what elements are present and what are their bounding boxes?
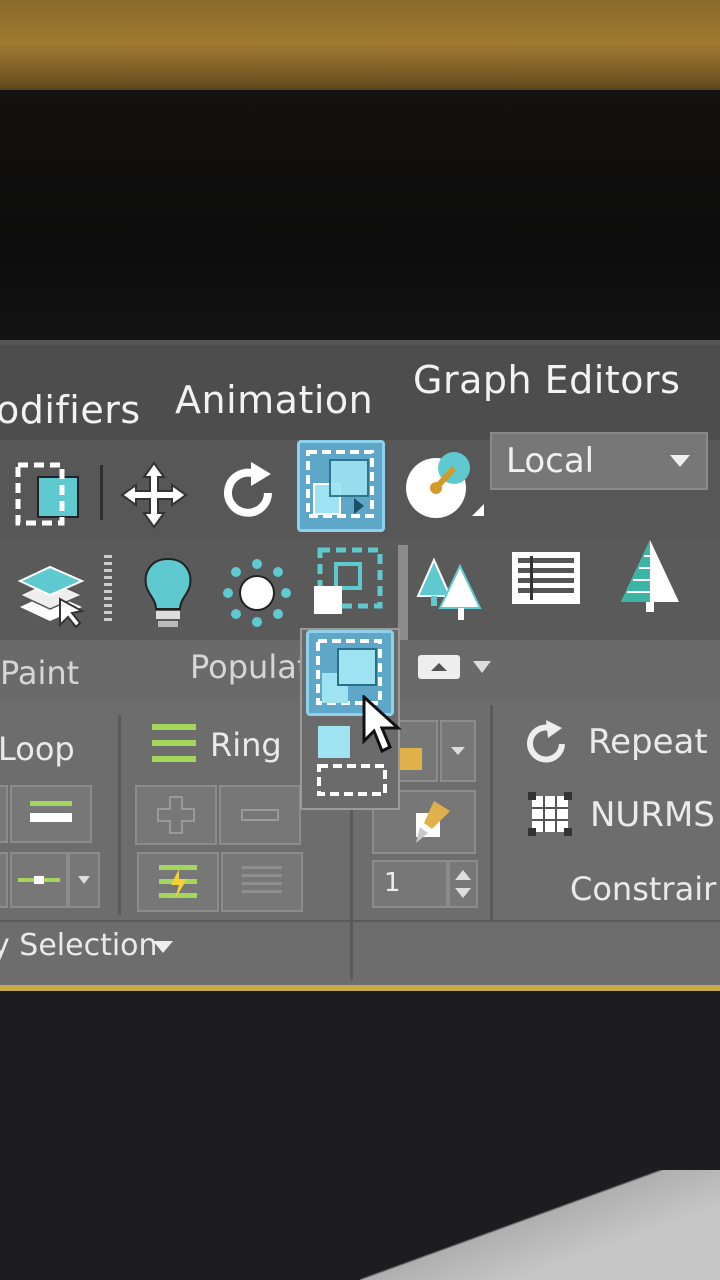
scatter-trees-button[interactable] (412, 548, 484, 628)
select-window-crossing-button[interactable] (297, 440, 385, 532)
snaps-button[interactable] (398, 442, 486, 530)
move-icon (120, 461, 188, 529)
loop-prev-button[interactable] (0, 785, 8, 843)
loop-mode-button[interactable] (0, 852, 8, 908)
tab-paint[interactable]: Paint (0, 654, 79, 692)
snaps-icon (406, 452, 484, 518)
ribbon-separator (118, 715, 121, 915)
loop-dotted-button[interactable] (10, 852, 68, 908)
forest-button[interactable] (612, 535, 687, 615)
light-lister-button[interactable] (135, 552, 200, 634)
region-select-button[interactable] (304, 540, 388, 624)
dotted-loop-icon (18, 876, 60, 884)
layers-icon (17, 565, 85, 629)
spinner-arrows[interactable] (448, 860, 478, 908)
flyout-window-option[interactable] (312, 760, 392, 800)
ring-shift-icon (159, 865, 197, 899)
chevron-down-icon[interactable] (152, 940, 174, 954)
mouse-cursor-icon (362, 695, 402, 754)
plus-icon (157, 796, 195, 834)
menu-animation[interactable]: Animation (175, 378, 373, 422)
ring-label[interactable]: Ring (210, 726, 282, 764)
ring-list-button[interactable] (221, 852, 303, 912)
flyout-crossing-option[interactable] (314, 722, 354, 762)
reference-coordinate-dropdown[interactable]: Local (490, 432, 708, 490)
sunlight-button[interactable] (222, 552, 292, 634)
spinner-value-field[interactable]: 1 (372, 860, 448, 908)
light-icon (144, 557, 191, 627)
layer-explorer-button[interactable] (12, 555, 90, 633)
move-button[interactable] (118, 455, 190, 535)
rotate-icon (224, 462, 272, 517)
chevron-down-icon[interactable] (472, 660, 492, 674)
monitor-bezel (0, 90, 720, 350)
scatter-trees-icon (416, 557, 482, 620)
spinner-arrows-icon (455, 870, 471, 898)
ring-shift-button[interactable] (137, 852, 219, 912)
selection-footer-label[interactable]: y Selection (0, 928, 158, 963)
grow-button[interactable] (135, 785, 217, 845)
tab-populate[interactable]: Populat (190, 648, 309, 686)
scene-explorer-icon (512, 552, 580, 604)
rotate-button[interactable] (212, 452, 284, 534)
loop-dropdown-button[interactable] (68, 852, 100, 908)
coordinate-system-value: Local (506, 441, 595, 481)
lines-icon (242, 866, 282, 893)
region-select-icon (314, 547, 383, 614)
chevron-up-icon (431, 663, 447, 671)
nurms-label[interactable]: NURMS (590, 795, 715, 835)
loop-shift-button[interactable] (10, 785, 92, 843)
ribbon-footer-divider (0, 920, 720, 922)
scene-explorer-button[interactable] (506, 545, 586, 611)
select-window-crossing-icon (306, 450, 374, 518)
menu-graph-editors[interactable]: Graph Editors (413, 358, 680, 402)
toolbar-grip (104, 555, 112, 625)
loop-shift-icon (30, 801, 72, 822)
ribbon-separator (490, 705, 493, 920)
nurms-icon (528, 792, 572, 836)
repeat-icon (527, 720, 565, 763)
menu-modifiers[interactable]: odifiers (0, 388, 141, 432)
forest-icon (620, 540, 679, 612)
viewport-glare (360, 1170, 720, 1280)
chevron-down-icon (451, 747, 465, 755)
constraints-label[interactable]: Constrair (570, 870, 716, 908)
repeat-label[interactable]: Repeat (588, 722, 708, 762)
loop-label[interactable]: Loop (0, 730, 75, 768)
sun-icon (223, 559, 291, 627)
lock-dropdown-button[interactable] (440, 720, 476, 782)
select-region-icon (15, 462, 79, 526)
brush-icon (416, 801, 450, 843)
ribbon-collapse-button[interactable] (418, 655, 460, 679)
crossing-icon (318, 726, 350, 758)
ring-icon (152, 724, 196, 762)
minus-icon (241, 809, 279, 821)
shrink-button[interactable] (219, 785, 301, 845)
select-region-button[interactable] (8, 455, 88, 535)
chevron-down-icon (78, 876, 90, 884)
toolbar-divider (100, 465, 103, 520)
chevron-down-icon (670, 455, 690, 467)
window-icon (317, 764, 387, 796)
